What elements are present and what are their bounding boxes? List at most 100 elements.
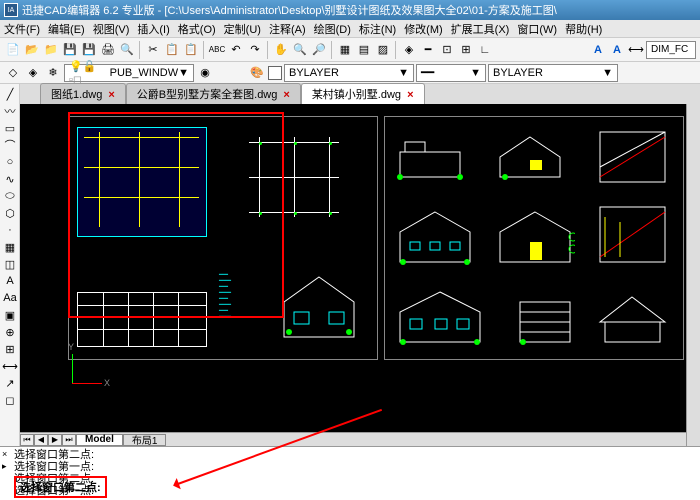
text-icon[interactable]: ABC [208,41,226,59]
hatch-tool-icon[interactable]: ▦ [2,239,18,255]
linetype-combo[interactable]: BYLAYER▼ [488,64,618,82]
insert-tool-icon[interactable]: ⊕ [2,324,18,340]
layout-tabs-bar: ⏮ ◀ ▶ ⏭ Model 布局1 [20,432,700,446]
menu-window[interactable]: 窗口(W) [517,21,557,37]
close-cmd-icon[interactable]: × [2,449,12,459]
selection-highlight [68,112,284,318]
app-icon: IA [4,3,18,17]
saveas-icon[interactable]: 💾 [80,41,98,59]
next-icon[interactable]: ▶ [48,434,62,446]
circle-tool-icon[interactable]: ○ [2,154,18,170]
copy-icon[interactable]: 📋 [163,41,181,59]
separator [395,41,397,59]
menu-bar: 文件(F) 编辑(E) 视图(V) 插入(I) 格式(O) 定制(U) 注释(A… [0,20,700,38]
rect-tool-icon[interactable]: ▭ [2,120,18,136]
layout1-tab[interactable]: 布局1 [123,434,167,446]
snap-icon[interactable]: ⊡ [438,41,456,59]
polyline-tool-icon[interactable]: 〰 [2,103,18,119]
layer-tool-icon[interactable]: ◉ [196,64,214,82]
mtext-tool-icon[interactable]: Aa [2,290,18,306]
layer-mgr-icon[interactable]: ◇ [4,64,22,82]
text-tool-icon[interactable]: A [2,273,18,289]
zoom2-icon[interactable]: 🔎 [310,41,328,59]
color-icon[interactable]: 🎨 [248,64,266,82]
menu-view[interactable]: 视图(V) [93,21,130,37]
toolbar-standard: 📄 📂 📁 💾 💾 🖨 🔍 ✂ 📋 📋 ABC ↶ ↷ ✋ 🔍 🔎 ▦ ▤ ▨ … [0,38,700,62]
save-icon[interactable]: 💾 [61,41,79,59]
tab-doc2[interactable]: 公爵B型别墅方案全套图.dwg× [126,83,301,104]
tab-doc3[interactable]: 某村镇小别墅.dwg× [301,83,425,104]
menu-file[interactable]: 文件(F) [4,21,40,37]
menu-modify[interactable]: 修改(M) [404,21,443,37]
leader-tool-icon[interactable]: ↗ [2,375,18,391]
menu-tools[interactable]: 扩展工具(X) [451,21,510,37]
model-tab[interactable]: Model [76,434,123,446]
menu-format[interactable]: 格式(O) [178,21,216,37]
menu-dimension[interactable]: 标注(N) [359,21,396,37]
spline-tool-icon[interactable]: ∿ [2,171,18,187]
window-title: 迅捷CAD编辑器 6.2 专业版 - [C:\Users\Administrat… [22,2,557,18]
main-area: ╱ 〰 ▭ ⌒ ○ ∿ ⬭ ⬡ · ▦ ◫ A Aa ▣ ⊕ ⊞ ⟷ ↗ ◻ 图… [0,84,700,446]
cut-icon[interactable]: ✂ [144,41,162,59]
ellipse-tool-icon[interactable]: ⬭ [2,188,18,204]
vertical-scrollbar[interactable] [686,104,700,446]
freeze-icon[interactable]: ❄ [44,64,62,82]
grid-icon[interactable]: ⊞ [457,41,475,59]
hatch-icon[interactable]: ▨ [374,41,392,59]
command-input[interactable]: 选择窗口第二点: [14,476,107,498]
style-a-icon[interactable]: A [589,41,607,59]
open-icon[interactable]: 📂 [23,41,41,59]
block-tool-icon[interactable]: ▣ [2,307,18,323]
open2-icon[interactable]: 📁 [42,41,60,59]
work-area: 图纸1.dwg× 公爵B型别墅方案全套图.dwg× 某村镇小别墅.dwg× [20,84,700,446]
dim-icon[interactable]: ⟷ [627,41,645,59]
line-tool-icon[interactable]: ╱ [2,86,18,102]
close-icon[interactable]: × [108,89,114,101]
table-tool-icon[interactable]: ⊞ [2,341,18,357]
color-combo[interactable]: BYLAYER▼ [284,64,414,82]
paste-icon[interactable]: 📋 [182,41,200,59]
props-icon[interactable]: ▤ [355,41,373,59]
dim-tool-icon[interactable]: ⟷ [2,358,18,374]
menu-help[interactable]: 帮助(H) [565,21,602,37]
undo-icon[interactable]: ↶ [227,41,245,59]
wipeout-tool-icon[interactable]: ◻ [2,392,18,408]
new-icon[interactable]: 📄 [4,41,22,59]
redo-icon[interactable]: ↷ [246,41,264,59]
lineweight-combo[interactable]: ━━▼ [416,64,486,82]
menu-annotate[interactable]: 注释(A) [269,21,306,37]
line-icon[interactable]: ━ [419,41,437,59]
toolbar-properties: ◇ ◈ ❄ 💡🔓▫◻ PUB_WINDW ▼ ◉ 🎨 BYLAYER▼ ━━▼ … [0,62,700,84]
pan-icon[interactable]: ✋ [272,41,290,59]
color-swatch[interactable] [268,66,282,80]
arc-tool-icon[interactable]: ⌒ [2,137,18,153]
preview-icon[interactable]: 🔍 [118,41,136,59]
point-tool-icon[interactable]: · [2,222,18,238]
region-tool-icon[interactable]: ◫ [2,256,18,272]
prev-icon[interactable]: ◀ [34,434,48,446]
print-icon[interactable]: 🖨 [99,41,117,59]
menu-custom[interactable]: 定制(U) [224,21,261,37]
style-a2-icon[interactable]: A [608,41,626,59]
zoom-icon[interactable]: 🔍 [291,41,309,59]
close-icon[interactable]: × [283,89,289,101]
toggle-cmd-icon[interactable]: ▸ [2,461,12,471]
drawing-canvas[interactable]: ━━━━━━━━━━━━━━━━━━━━━━━━━━━━ [20,104,686,432]
layer-state-icon[interactable]: ◈ [24,64,42,82]
polygon-tool-icon[interactable]: ⬡ [2,205,18,221]
menu-draw[interactable]: 绘图(D) [314,21,351,37]
menu-edit[interactable]: 编辑(E) [48,21,85,37]
command-area: × ▸ 选择窗口第二点: 选择窗口第一点: 选择窗口第二点: 选择窗口第一点: … [0,446,700,500]
close-icon[interactable]: × [407,89,413,101]
first-icon[interactable]: ⏮ [20,434,34,446]
ortho-icon[interactable]: ∟ [476,41,494,59]
layer-combo[interactable]: 💡🔓▫◻ PUB_WINDW ▼ [64,64,194,82]
separator [331,41,333,59]
tab-doc1[interactable]: 图纸1.dwg× [40,83,126,104]
last-icon[interactable]: ⏭ [62,434,76,446]
layers-icon[interactable]: ▦ [336,41,354,59]
separator [139,41,141,59]
dim-style-combo[interactable]: DIM_FC [646,41,696,59]
menu-insert[interactable]: 插入(I) [137,21,169,37]
layer-icon[interactable]: ◈ [400,41,418,59]
